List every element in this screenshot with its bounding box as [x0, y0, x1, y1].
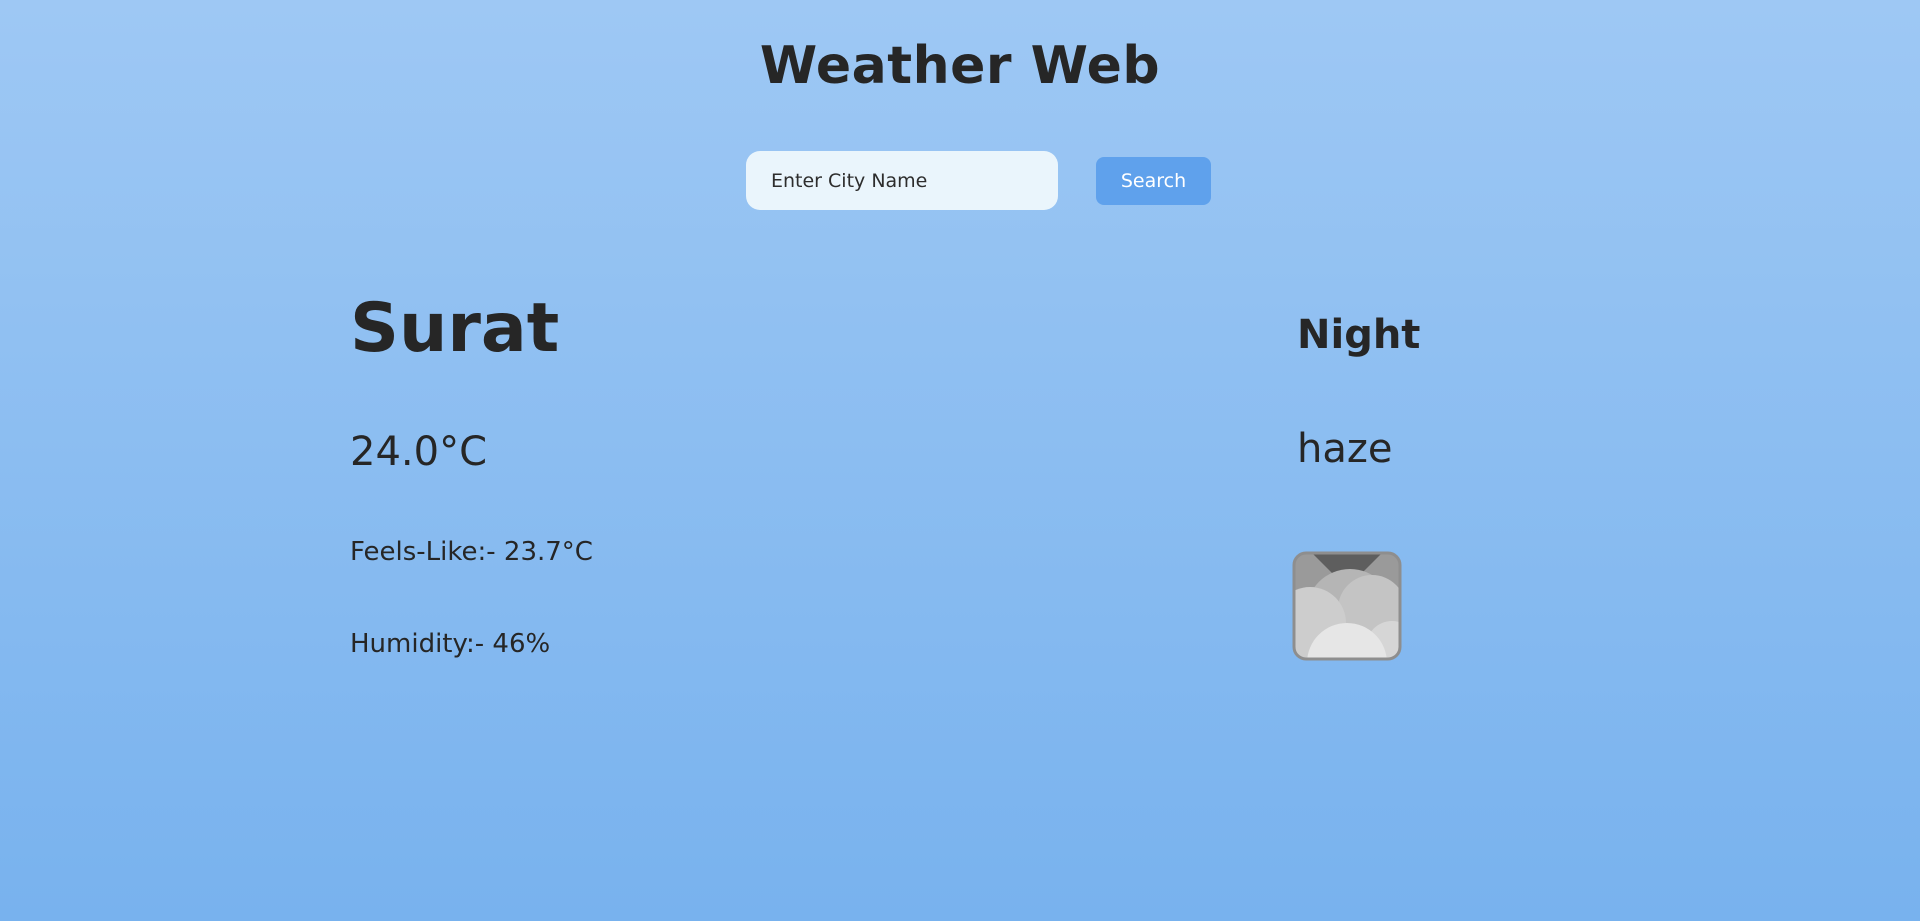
haze-clouds-icon — [1292, 551, 1402, 661]
page-title: Weather Web — [759, 36, 1161, 96]
feels-like-text: Feels-Like:- 23.7°C — [350, 537, 593, 567]
weather-condition: haze — [1297, 426, 1393, 472]
city-name: Surat — [350, 289, 560, 368]
city-search-input[interactable] — [746, 151, 1058, 210]
temperature-value: 24.0°C — [350, 429, 487, 475]
time-of-day-label: Night — [1297, 312, 1421, 358]
humidity-text: Humidity:- 46% — [350, 629, 551, 659]
search-button[interactable]: Search — [1096, 157, 1211, 205]
